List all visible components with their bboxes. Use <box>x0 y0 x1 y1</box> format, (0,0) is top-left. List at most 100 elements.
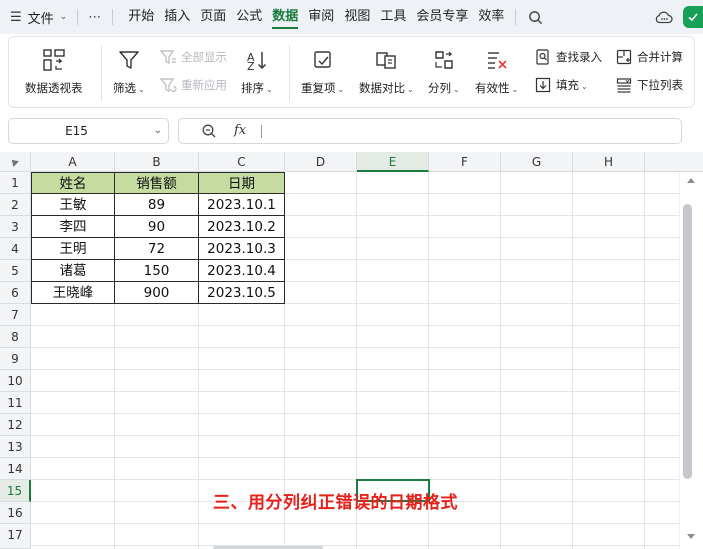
dropdown-list-label: 下拉列表 <box>637 78 683 92</box>
row-header-8[interactable]: 8 <box>0 326 31 348</box>
pivot-table-button[interactable]: 数据透视表 <box>25 45 83 96</box>
table-header-cell[interactable]: 日期 <box>199 172 285 194</box>
scrollbar-thumb[interactable] <box>683 204 692 479</box>
chevron-down-icon: ⌄ <box>337 85 345 94</box>
merge-calc-button[interactable]: 合并计算 <box>615 48 683 66</box>
column-header-e[interactable]: E <box>357 152 429 172</box>
table-cell[interactable]: 2023.10.3 <box>199 238 285 260</box>
fill-icon <box>535 77 551 93</box>
column-header-a[interactable]: A <box>31 152 115 172</box>
column-header-d[interactable]: D <box>285 152 357 172</box>
row-header-4[interactable]: 4 <box>0 238 31 260</box>
duplicates-button[interactable]: 重复项 ⌄ <box>301 45 344 96</box>
split-columns-icon <box>432 45 456 75</box>
row-header-11[interactable]: 11 <box>0 392 31 414</box>
sort-button[interactable]: AZ 排序 ⌄ <box>241 45 273 96</box>
tab-page[interactable]: 页面 <box>200 0 226 34</box>
reapply-label: 重新应用 <box>181 78 227 92</box>
row-header-7[interactable]: 7 <box>0 304 31 326</box>
chevron-down-icon[interactable]: ⌄ <box>60 12 68 22</box>
lookup-entry-button[interactable]: 查找录入 <box>534 48 602 66</box>
tab-view[interactable]: 视图 <box>344 0 370 34</box>
table-cell[interactable]: 2023.10.4 <box>199 260 285 282</box>
row-header-9[interactable]: 9 <box>0 348 31 370</box>
tab-home[interactable]: 开始 <box>128 0 154 34</box>
tab-member[interactable]: 会员专享 <box>416 0 468 34</box>
chevron-down-icon: ⌄ <box>581 82 588 91</box>
table-cell[interactable]: 900 <box>115 282 199 304</box>
formula-cursor <box>261 125 262 138</box>
chevron-down-icon: ⌄ <box>453 85 460 94</box>
column-header-b[interactable]: B <box>115 152 199 172</box>
table-cell[interactable]: 90 <box>115 216 199 238</box>
name-box[interactable]: E15 ⌄ <box>8 118 169 144</box>
row-header-10[interactable]: 10 <box>0 370 31 392</box>
column-header-h[interactable]: H <box>573 152 645 172</box>
insert-function-button[interactable]: fx <box>234 119 246 143</box>
gridline <box>500 172 501 549</box>
row-header-16[interactable]: 16 <box>0 502 31 524</box>
table-header-cell[interactable]: 姓名 <box>31 172 115 194</box>
tab-efficiency[interactable]: 效率 <box>478 0 504 34</box>
tab-formulas[interactable]: 公式 <box>236 0 262 34</box>
column-header-f[interactable]: F <box>429 152 501 172</box>
row-header-17[interactable]: 17 <box>0 524 31 549</box>
row-header-15[interactable]: 15 <box>0 480 31 502</box>
tab-review[interactable]: 审阅 <box>308 0 334 34</box>
search-icon[interactable] <box>526 8 544 26</box>
dropdown-list-button[interactable]: 下拉列表 <box>615 76 683 94</box>
row-header-5[interactable]: 5 <box>0 260 31 282</box>
filter-button[interactable]: 筛选 ⌄ <box>113 45 145 96</box>
chevron-down-icon: ⌄ <box>511 85 519 94</box>
fill-button[interactable]: 填充 ⌄ <box>534 76 588 94</box>
row-header-2[interactable]: 2 <box>0 194 31 216</box>
tab-tools[interactable]: 工具 <box>380 0 406 34</box>
scroll-down-icon[interactable] <box>687 534 695 539</box>
show-all-icon <box>159 50 176 64</box>
tab-insert[interactable]: 插入 <box>164 0 190 34</box>
vertical-scrollbar[interactable] <box>679 172 703 549</box>
tab-data[interactable]: 数据 <box>272 0 299 34</box>
row-header-13[interactable]: 13 <box>0 436 31 458</box>
table-header-cell[interactable]: 销售额 <box>115 172 199 194</box>
table-cell[interactable]: 2023.10.5 <box>199 282 285 304</box>
formula-input[interactable]: fx <box>178 118 682 144</box>
split-columns-label: 分列 <box>428 81 451 95</box>
table-cell[interactable]: 150 <box>115 260 199 282</box>
column-header-g[interactable]: G <box>501 152 573 172</box>
account-icon[interactable] <box>683 6 703 28</box>
select-all-corner[interactable] <box>0 152 31 172</box>
table-cell[interactable]: 72 <box>115 238 199 260</box>
validity-button[interactable]: 有效性 ⌄ <box>475 45 518 96</box>
row-header-6[interactable]: 6 <box>0 282 31 304</box>
row-header-3[interactable]: 3 <box>0 216 31 238</box>
table-cell[interactable]: 王敏 <box>31 194 115 216</box>
chevron-down-icon[interactable]: ⌄ <box>154 119 162 143</box>
chevron-down-icon: ⌄ <box>266 85 273 94</box>
column-header-c[interactable]: C <box>199 152 285 172</box>
table-cell[interactable]: 89 <box>115 194 199 216</box>
cloud-icon[interactable] <box>653 6 675 28</box>
show-all-button[interactable]: 全部显示 <box>159 48 227 66</box>
table-cell[interactable]: 2023.10.2 <box>199 216 285 238</box>
table-cell[interactable]: 2023.10.1 <box>199 194 285 216</box>
table-cell[interactable]: 李四 <box>31 216 115 238</box>
table-cell[interactable]: 诸葛 <box>31 260 115 282</box>
hamburger-icon[interactable]: ☰ <box>10 10 22 25</box>
table-cell[interactable]: 王明 <box>31 238 115 260</box>
table-cell[interactable]: 王晓峰 <box>31 282 115 304</box>
row-header-12[interactable]: 12 <box>0 414 31 436</box>
data-compare-label: 数据对比 <box>359 81 405 95</box>
reapply-button[interactable]: 重新应用 <box>159 76 227 94</box>
scroll-up-icon[interactable] <box>687 178 695 183</box>
more-menu-button[interactable]: ⋯ <box>88 10 102 25</box>
split-columns-button[interactable]: 分列 ⌄ <box>428 45 460 96</box>
menu-divider <box>112 9 114 25</box>
svg-text:Z: Z <box>247 60 255 72</box>
filter-icon <box>117 45 141 75</box>
row-header-14[interactable]: 14 <box>0 458 31 480</box>
zoom-formula-icon[interactable] <box>201 123 217 143</box>
file-menu-label[interactable]: 文件 <box>28 8 54 27</box>
row-header-1[interactable]: 1 <box>0 172 31 194</box>
data-compare-button[interactable]: 数据对比 ⌄ <box>359 45 414 96</box>
